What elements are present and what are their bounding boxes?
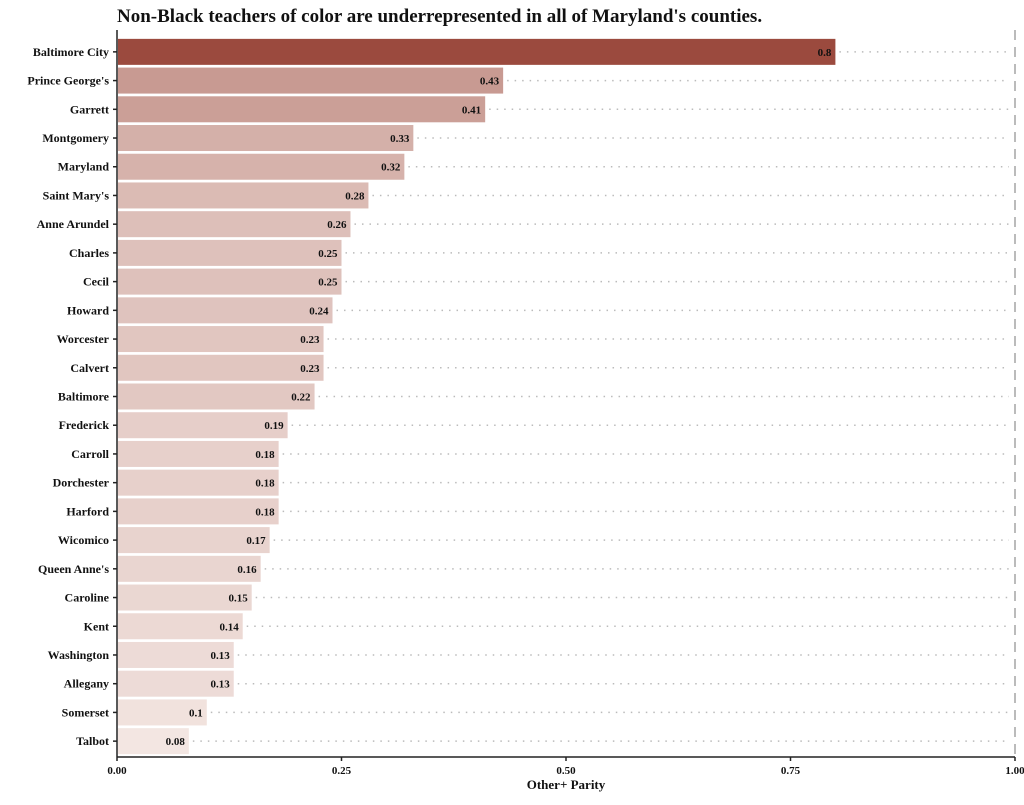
data-label: 0.43 xyxy=(480,76,500,88)
y-tick-label: Worcester xyxy=(57,332,110,346)
data-label: 0.19 xyxy=(264,420,284,432)
bar xyxy=(118,326,324,353)
bar xyxy=(118,153,405,180)
bar xyxy=(118,125,414,152)
data-label: 0.24 xyxy=(309,305,329,317)
y-tick-label: Somerset xyxy=(62,705,109,719)
bar xyxy=(118,412,288,439)
bar xyxy=(118,239,342,266)
data-label: 0.26 xyxy=(327,219,347,231)
y-tick-label: Talbot xyxy=(76,734,109,748)
y-tick-label: Harford xyxy=(66,504,109,518)
x-tick-label: 0.50 xyxy=(556,765,576,777)
data-label: 0.18 xyxy=(255,478,275,490)
y-tick-label: Wicomico xyxy=(58,533,109,547)
y-tick-label: Garrett xyxy=(70,102,109,116)
bar xyxy=(118,38,836,65)
bar xyxy=(118,182,369,209)
data-label: 0.15 xyxy=(228,593,248,605)
data-label: 0.25 xyxy=(318,248,338,260)
y-tick-label: Kent xyxy=(84,619,109,633)
data-label: 0.08 xyxy=(166,736,186,748)
y-tick-label: Dorchester xyxy=(53,476,110,490)
data-label: 0.22 xyxy=(291,392,311,404)
data-label: 0.23 xyxy=(300,334,320,346)
x-tick-label: 0.25 xyxy=(332,765,352,777)
y-tick-label: Saint Mary's xyxy=(43,188,110,202)
y-tick-label: Baltimore City xyxy=(33,45,109,59)
bar xyxy=(118,354,324,381)
y-tick-label: Allegany xyxy=(64,677,109,691)
data-label: 0.18 xyxy=(255,449,275,461)
y-tick-label: Montgomery xyxy=(42,131,109,145)
y-tick-label: Prince George's xyxy=(27,74,109,88)
y-tick-label: Charles xyxy=(69,246,109,260)
y-tick-label: Maryland xyxy=(58,160,110,174)
y-tick-label: Calvert xyxy=(70,361,109,375)
y-tick-label: Howard xyxy=(67,303,109,317)
data-label: 0.13 xyxy=(210,679,230,691)
y-tick-label: Queen Anne's xyxy=(38,562,109,576)
y-tick-label: Anne Arundel xyxy=(37,217,110,231)
data-label: 0.41 xyxy=(462,104,481,116)
data-label: 0.17 xyxy=(246,535,266,547)
y-tick-label: Caroline xyxy=(65,591,110,605)
y-tick-label: Frederick xyxy=(59,418,110,432)
data-label: 0.1 xyxy=(189,707,203,719)
bar xyxy=(118,268,342,295)
bar xyxy=(118,96,486,123)
data-label: 0.16 xyxy=(237,564,257,576)
bar xyxy=(118,67,504,94)
bar xyxy=(118,211,351,238)
x-tick-label: 0.00 xyxy=(107,765,127,777)
x-tick-label: 0.75 xyxy=(781,765,801,777)
chart-title: Non-Black teachers of color are underrep… xyxy=(117,6,762,27)
data-label: 0.25 xyxy=(318,277,338,289)
y-tick-label: Carroll xyxy=(71,447,109,461)
data-label: 0.23 xyxy=(300,363,320,375)
data-label: 0.18 xyxy=(255,506,275,518)
y-tick-label: Washington xyxy=(48,648,110,662)
x-tick-label: 1.00 xyxy=(1005,765,1024,777)
y-tick-label: Cecil xyxy=(83,275,110,289)
x-axis-label: Other+ Parity xyxy=(527,777,606,792)
data-label: 0.13 xyxy=(210,650,230,662)
data-label: 0.33 xyxy=(390,133,410,145)
bar xyxy=(118,383,315,410)
bar xyxy=(118,297,333,324)
data-label: 0.32 xyxy=(381,162,401,174)
data-label: 0.28 xyxy=(345,190,365,202)
data-label: 0.8 xyxy=(818,47,832,59)
bar-chart: Non-Black teachers of color are underrep… xyxy=(27,6,1024,792)
data-label: 0.14 xyxy=(219,621,239,633)
y-tick-label: Baltimore xyxy=(58,390,110,404)
